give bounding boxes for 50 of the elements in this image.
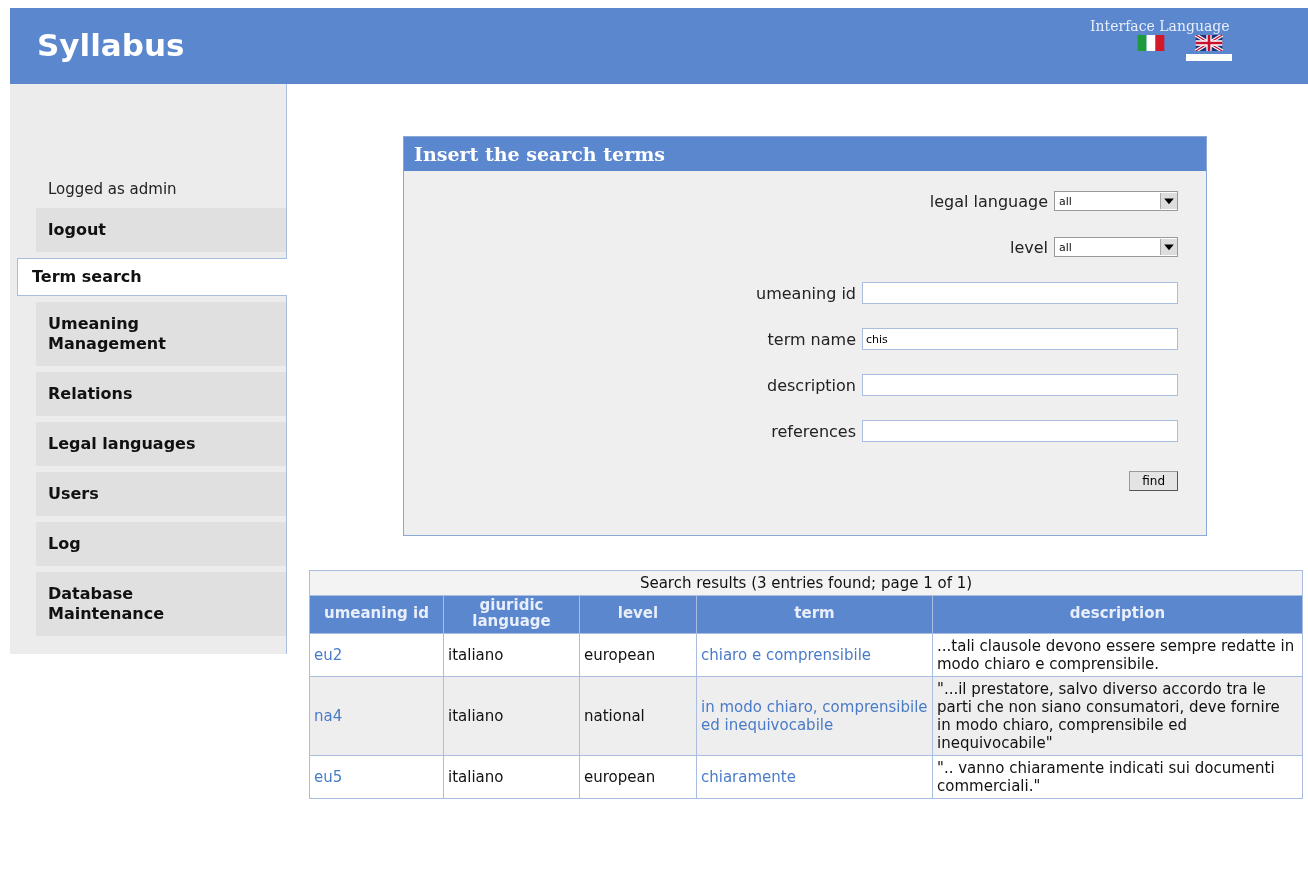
language-option[interactable] — [1186, 35, 1232, 61]
field-label: term name — [767, 329, 856, 349]
caret-icon — [1160, 193, 1177, 209]
column-header: level — [579, 595, 697, 633]
form-title: Insert the search terms — [404, 137, 1206, 171]
app-title: Syllabus — [36, 26, 185, 61]
table-cell: italiano — [443, 633, 580, 676]
table-link[interactable]: na4 — [309, 676, 444, 755]
input-field[interactable]: chis — [862, 328, 1178, 350]
sidebar-item[interactable]: Database Maintenance — [36, 572, 286, 636]
caret-icon — [1160, 239, 1177, 255]
table-link[interactable]: eu5 — [309, 755, 444, 798]
dropdown[interactable]: all — [1054, 237, 1178, 257]
interface-language-label: Interface Language — [1090, 18, 1231, 34]
table-link[interactable]: chiaramente — [696, 755, 933, 798]
table-cell: national — [579, 676, 697, 755]
field-label: description — [767, 375, 856, 395]
sidebar-item[interactable]: Term search — [17, 258, 287, 296]
column-header: giuridic language — [443, 595, 580, 633]
table-link[interactable]: in modo chiaro, comprensibile ed inequivocabile — [696, 676, 933, 755]
table-cell: italiano — [443, 755, 580, 798]
table-cell: european — [579, 633, 697, 676]
column-header: term — [696, 595, 933, 633]
field-label: level — [1009, 237, 1048, 257]
sidebar-item[interactable]: Users — [36, 472, 286, 516]
field-label: legal language — [929, 191, 1048, 211]
field-label: umeaning id — [756, 283, 856, 303]
logged-in-user-text: Logged as admin — [47, 180, 177, 198]
sidebar-item[interactable]: Umeaning Management — [36, 302, 286, 366]
table-link[interactable]: eu2 — [309, 633, 444, 676]
field-label: references — [771, 421, 856, 441]
input-field[interactable] — [862, 374, 1178, 396]
find-button[interactable]: find — [1129, 471, 1178, 491]
sidebar-item[interactable]: Relations — [36, 372, 286, 416]
sidebar-item[interactable]: logout — [36, 208, 286, 252]
results-caption: Search results (3 entries found; page 1 of 1) — [309, 570, 1303, 596]
table-link[interactable]: chiaro e comprensibile — [696, 633, 933, 676]
table-cell: ...tali clausole devono essere sempre redatte in modo chiaro e comprensibile. — [932, 633, 1303, 676]
table-cell: ".. vanno chiaramente indicati sui documenti commerciali." — [932, 755, 1303, 798]
dropdown[interactable]: all — [1054, 191, 1178, 211]
column-header: description — [932, 595, 1303, 633]
sidebar-item[interactable]: Legal languages — [36, 422, 286, 466]
input-field[interactable] — [862, 282, 1178, 304]
uk-flag-icon — [1192, 35, 1226, 51]
sidebar-item[interactable]: Log — [36, 522, 286, 566]
table-cell: european — [579, 755, 697, 798]
column-header: umeaning id — [309, 595, 444, 633]
input-field[interactable] — [862, 420, 1178, 442]
table-cell: italiano — [443, 676, 580, 755]
table-cell: "...il prestatore, salvo diverso accordo tra le parti che non siano consumatori, deve fornire in modo chiaro, comprensibile ed inequivocabile" — [932, 676, 1303, 755]
